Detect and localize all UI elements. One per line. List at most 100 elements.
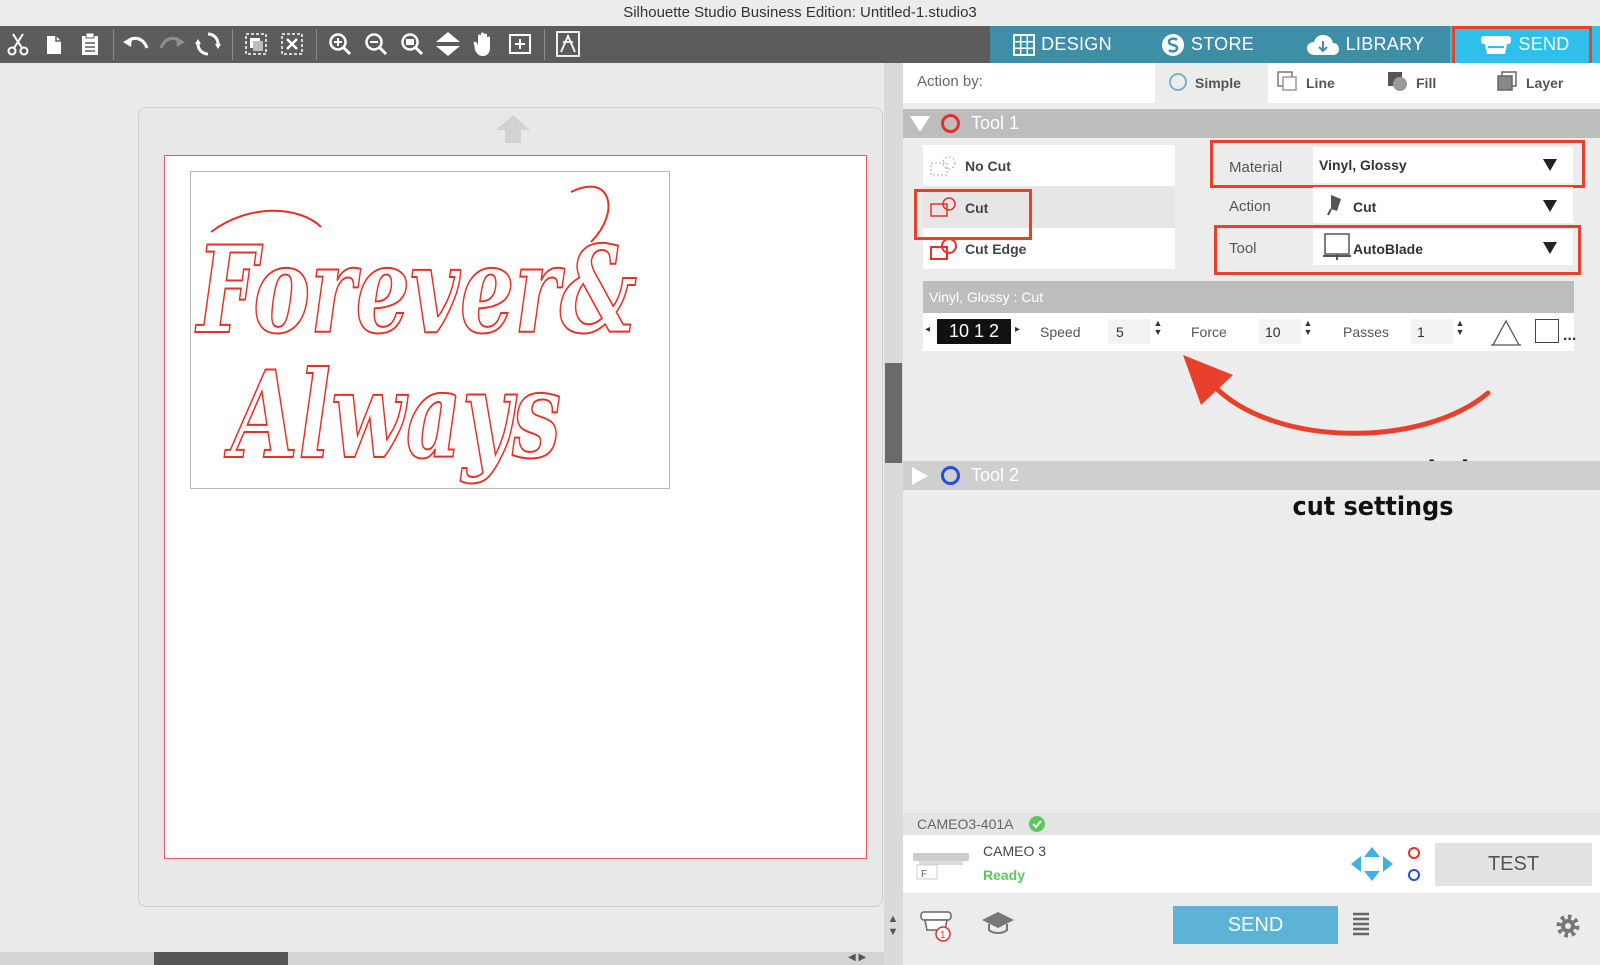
replicate-icon[interactable] — [194, 30, 222, 58]
autoblade-icon — [1323, 233, 1351, 260]
settings-summary-bar: Vinyl, Glossy : Cut — [923, 281, 1574, 313]
tool2-header[interactable]: Tool 2 — [903, 461, 1600, 490]
tab-library[interactable]: LIBRARY — [1280, 26, 1450, 63]
speed-stepper-icon[interactable]: ▲ ▼ — [1153, 319, 1163, 337]
send-queue-icon[interactable]: 1 — [919, 908, 955, 942]
cameo-machine-icon: F — [913, 853, 969, 880]
tool1-indicator-icon[interactable] — [1408, 847, 1420, 859]
zoom-in-icon[interactable] — [326, 30, 354, 58]
group-icon[interactable] — [242, 30, 270, 58]
line-segment-overcut-checkbox[interactable] — [1535, 319, 1559, 343]
blade-depth-display[interactable]: 10 1 2 — [937, 319, 1011, 344]
tutorial-cap-icon[interactable] — [981, 910, 1015, 938]
cut-option-cut[interactable]: Cut — [923, 186, 1175, 228]
tool1-title: Tool 1 — [971, 113, 1020, 133]
mode-simple[interactable]: Simple — [1155, 63, 1268, 103]
settings-gear-icon[interactable] — [1555, 913, 1581, 939]
copy-icon[interactable] — [40, 30, 68, 58]
scroll-arrows-icon[interactable]: ▲ ▼ — [887, 913, 899, 939]
scissors-icon[interactable] — [4, 30, 32, 58]
mode-fill[interactable]: Fill — [1378, 63, 1488, 103]
annotation-line2: cut settings — [1292, 492, 1454, 522]
trace-icon[interactable] — [554, 30, 582, 58]
force-value: 10 — [1265, 324, 1281, 340]
tool2-indicator-icon[interactable] — [1408, 869, 1420, 881]
design-selection-box[interactable]: Forever& Always — [190, 171, 670, 489]
store-s-icon — [1161, 33, 1184, 56]
redo-icon[interactable] — [158, 30, 186, 58]
cut-label: Cut — [965, 200, 989, 216]
tab-send[interactable]: SEND — [1450, 26, 1600, 63]
tab-design[interactable]: DESIGN — [990, 26, 1135, 63]
silhouette-studio-window: Silhouette Studio Business Edition: Unti… — [0, 0, 1600, 965]
cut-icon — [930, 197, 956, 217]
expand-triangle-right-icon[interactable] — [911, 466, 929, 486]
tool-dropdown-arrow-icon[interactable] — [1543, 242, 1557, 254]
tool-value: AutoBlade — [1353, 241, 1423, 257]
action-select[interactable]: Cut — [1313, 187, 1573, 223]
force-input[interactable]: 10 — [1259, 319, 1301, 344]
send-panel: Action by: Simple Line Fill Layer Tool 1 — [903, 63, 1600, 965]
forever-always-artwork[interactable]: Forever& Always — [191, 172, 671, 490]
tool-select[interactable]: AutoBlade — [1313, 229, 1573, 265]
tool1-color-icon — [941, 114, 960, 133]
svg-text:F: F — [921, 869, 927, 880]
action-dropdown-arrow-icon[interactable] — [1543, 200, 1557, 212]
feed-direction-arrow-icon — [496, 115, 530, 143]
fit-page-icon[interactable] — [506, 30, 534, 58]
horizontal-scroll-thumb[interactable] — [154, 952, 288, 965]
tool1-header[interactable]: Tool 1 — [903, 109, 1600, 138]
material-value: Vinyl, Glossy — [1319, 157, 1407, 173]
vertical-scroll-thumb[interactable] — [885, 363, 902, 463]
mode-line[interactable]: Line — [1268, 63, 1378, 103]
passes-value: 1 — [1417, 324, 1425, 340]
zoom-out-icon[interactable] — [362, 30, 390, 58]
cut-option-no-cut[interactable]: No Cut — [923, 145, 1175, 186]
zoom-select-icon[interactable] — [398, 30, 426, 58]
passes-stepper-icon[interactable]: ▲ ▼ — [1455, 319, 1465, 337]
horizontal-scrollbar[interactable]: ◀ ▶ — [0, 952, 884, 965]
more-options-icon[interactable]: ... — [1563, 327, 1576, 345]
design-canvas[interactable]: Forever& Always — [0, 63, 884, 965]
artwork-line1: Forever& — [195, 220, 637, 361]
overcut-icon[interactable] — [1489, 319, 1523, 347]
list-icon[interactable] — [1351, 911, 1371, 939]
mode-layer[interactable]: Layer — [1488, 63, 1600, 103]
send-button[interactable]: SEND — [1173, 906, 1338, 944]
artwork-line2: Always — [224, 345, 561, 486]
mode-line-label: Line — [1306, 75, 1335, 91]
grid-icon — [1013, 33, 1036, 56]
test-button[interactable]: TEST — [1435, 843, 1592, 886]
move-blade-arrows-icon[interactable] — [1349, 845, 1395, 883]
speed-label: Speed — [1040, 324, 1081, 340]
cut-options-list: No Cut Cut Cut Edge — [923, 145, 1175, 269]
blade-increase-arrow-icon[interactable]: ▸ — [1015, 324, 1020, 335]
tab-library-label: LIBRARY — [1345, 34, 1425, 54]
pan-hand-icon[interactable] — [470, 30, 498, 58]
connected-check-icon — [1029, 816, 1045, 832]
passes-label: Passes — [1343, 324, 1389, 340]
passes-input[interactable]: 1 — [1411, 319, 1453, 344]
device-id: CAMEO3-401A — [917, 816, 1014, 832]
hscroll-arrows-icon[interactable]: ◀ ▶ — [848, 952, 866, 963]
simple-radio-icon — [1169, 73, 1187, 91]
undo-icon[interactable] — [122, 30, 150, 58]
force-stepper-icon[interactable]: ▲ ▼ — [1303, 319, 1313, 337]
device-row[interactable]: F CAMEO 3 Ready TEST — [903, 835, 1600, 893]
paste-icon[interactable] — [76, 30, 104, 58]
cut-option-cut-edge[interactable]: Cut Edge — [923, 228, 1175, 269]
material-dropdown-arrow-icon[interactable] — [1543, 159, 1557, 171]
ungroup-icon[interactable] — [278, 30, 306, 58]
blade-decrease-arrow-icon[interactable]: ◂ — [925, 324, 930, 335]
mode-layer-label: Layer — [1526, 75, 1564, 91]
blade-action-icon — [1327, 195, 1341, 216]
device-status: Ready — [983, 867, 1026, 883]
expand-triangle-down-icon[interactable] — [909, 115, 931, 133]
tab-store[interactable]: STORE — [1135, 26, 1280, 63]
action-by-label: Action by: — [917, 73, 983, 90]
cut-edge-icon — [930, 238, 957, 260]
move-down-icon[interactable] — [434, 30, 462, 58]
vertical-scrollbar[interactable]: ▲ ▼ — [884, 63, 903, 965]
speed-input[interactable]: 5 — [1108, 319, 1150, 344]
material-select[interactable]: Vinyl, Glossy — [1313, 147, 1573, 183]
